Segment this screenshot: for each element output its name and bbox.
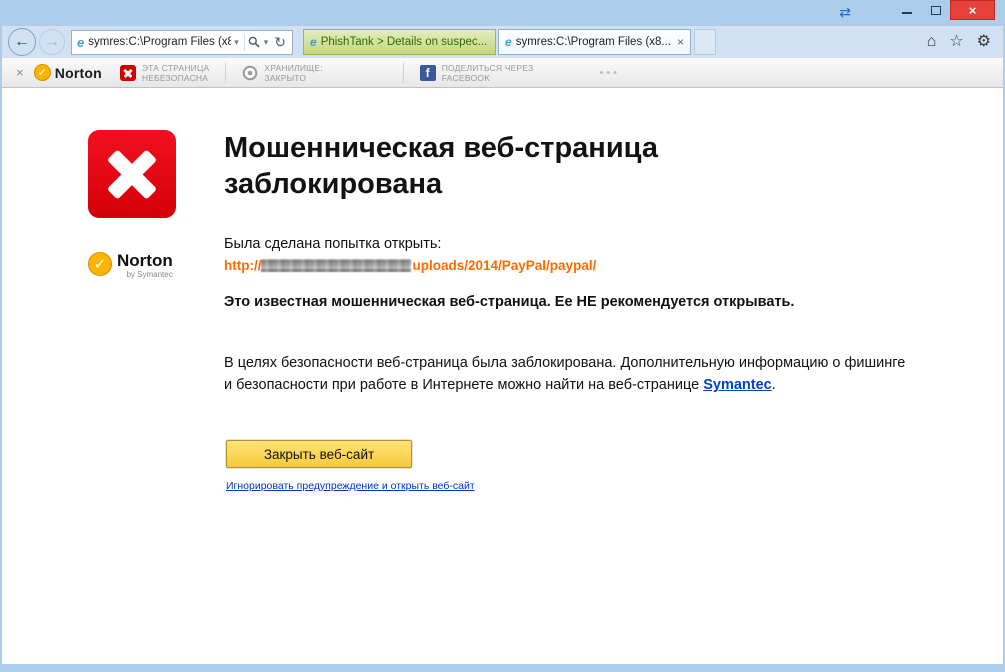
titlebar: ⇄ ×	[2, 0, 1003, 26]
norton-check-icon: ✓	[88, 252, 112, 276]
check-icon: ✓	[93, 256, 107, 273]
maximize-icon	[930, 5, 941, 15]
tab-ie-icon: e	[310, 35, 317, 49]
vault-group[interactable]: ХРАНИЛИЩЕ: ЗАКРЫТО	[242, 62, 323, 83]
address-text[interactable]: symres:C:\Program Files (x86)\I	[88, 36, 231, 48]
page-ie-icon: e	[77, 34, 85, 50]
blocked-x-icon	[88, 130, 176, 218]
toolbar-more-button[interactable]: •••	[599, 67, 620, 79]
forward-icon: →	[44, 33, 60, 50]
tab-label: PhishTank > Details on suspec...	[320, 36, 488, 48]
norton-toolbar: × ✓ Norton ЭТА СТРАНИЦА НЕБЕЗОПАСНА ХРАН…	[2, 58, 1003, 88]
facebook-share-group[interactable]: f ПОДЕЛИТЬСЯ ЧЕРЕЗ FACEBOOK	[419, 62, 534, 83]
back-icon: ←	[14, 33, 30, 50]
browser-window: ⇄ × ← → e symres:C:\Program Files (x86)\…	[0, 0, 1005, 672]
tab-symres-active[interactable]: e symres:C:\Program Files (x8... ×	[498, 29, 691, 55]
address-bar[interactable]: e symres:C:\Program Files (x86)\I ▾ ▾ ↻	[71, 29, 293, 55]
toolbar-close-icon[interactable]: ×	[12, 65, 34, 80]
search-dropdown-icon[interactable]: ▾	[261, 37, 272, 48]
page-status-group[interactable]: ЭТА СТРАНИЦА НЕБЕЗОПАСНА	[119, 62, 210, 83]
toolbar-divider	[402, 62, 404, 83]
info-text-end: .	[771, 377, 776, 393]
norton-logo-lockup: ✓ Norton by Symantec	[88, 252, 173, 279]
tab-label: symres:C:\Program Files (x8...	[515, 36, 671, 48]
page-status-line1: ЭТА СТРАНИЦА	[141, 62, 210, 73]
ignore-warning-link[interactable]: Игнорировать предупреждение и открыть ве…	[226, 480, 475, 492]
share-line1: ПОДЕЛИТЬСЯ ЧЕРЕЗ	[441, 62, 534, 73]
symantec-link[interactable]: Symantec	[703, 377, 772, 393]
navbar-right-icons: ⌂ ☆ ⚙	[927, 34, 995, 50]
window-controls: ×	[892, 0, 995, 20]
unsafe-page-icon	[119, 64, 136, 81]
blocked-url: http:// uploads/2014/PayPal/paypal/	[224, 258, 596, 273]
url-prefix: http://	[224, 258, 262, 273]
attempt-label: Была сделана попытка открыть:	[224, 236, 442, 252]
page-title: Мошенническая веб-страница заблокирована	[224, 132, 658, 200]
back-button[interactable]: ←	[8, 28, 36, 56]
close-window-button[interactable]: ×	[950, 0, 995, 20]
norton-brand: Norton	[54, 64, 102, 81]
navigation-bar: ← → e symres:C:\Program Files (x86)\I ▾ …	[2, 26, 1003, 58]
settings-gear-icon[interactable]: ⚙	[977, 34, 991, 50]
redacted-url-segment	[261, 259, 412, 272]
address-divider	[243, 33, 245, 51]
share-line2: FACEBOOK	[441, 72, 491, 83]
warning-text: Это известная мошенническая веб-страница…	[224, 294, 795, 310]
vault-line2: ЗАКРЫТО	[264, 72, 307, 83]
vault-line1: ХРАНИЛИЩЕ:	[264, 62, 323, 73]
minimize-button[interactable]	[892, 0, 921, 20]
favorites-star-icon[interactable]: ☆	[949, 34, 963, 50]
page-status-line2: НЕБЕЗОПАСНА	[141, 72, 209, 83]
refresh-icon[interactable]: ↻	[271, 34, 289, 51]
tab-close-icon[interactable]: ×	[673, 35, 684, 49]
facebook-icon: f	[419, 64, 436, 81]
new-tab-button[interactable]	[694, 29, 716, 55]
vault-dial-icon	[242, 65, 258, 81]
tab-strip: e PhishTank > Details on suspec... e sym…	[303, 29, 716, 55]
close-website-button[interactable]: Закрыть веб-сайт	[226, 440, 412, 468]
toolbar-divider	[225, 62, 227, 83]
home-icon[interactable]: ⌂	[927, 34, 937, 50]
forward-button[interactable]: →	[39, 29, 65, 55]
search-icon[interactable]	[247, 36, 261, 48]
info-paragraph: В целях безопасности веб-страница была з…	[224, 352, 909, 396]
norton-wordmark: Norton	[117, 251, 173, 270]
norton-logo-icon: ✓	[33, 64, 51, 81]
url-suffix: uploads/2014/PayPal/paypal/	[412, 258, 597, 273]
tab-phishtank[interactable]: e PhishTank > Details on suspec...	[303, 29, 496, 55]
info-text: В целях безопасности веб-страница была з…	[224, 355, 906, 393]
fullscreen-toggle-icon[interactable]: ⇄	[839, 5, 851, 19]
maximize-button[interactable]	[921, 0, 950, 20]
close-icon: ×	[968, 2, 977, 18]
norton-by-symantec: by Symantec	[126, 270, 173, 279]
tab-ie-icon: e	[505, 35, 512, 49]
check-icon: ✓	[37, 67, 47, 79]
blocked-page-content: ✓ Norton by Symantec Мошенническая веб-с…	[2, 88, 1003, 664]
autocomplete-dropdown-icon[interactable]: ▾	[231, 37, 242, 48]
minimize-icon	[901, 12, 912, 14]
